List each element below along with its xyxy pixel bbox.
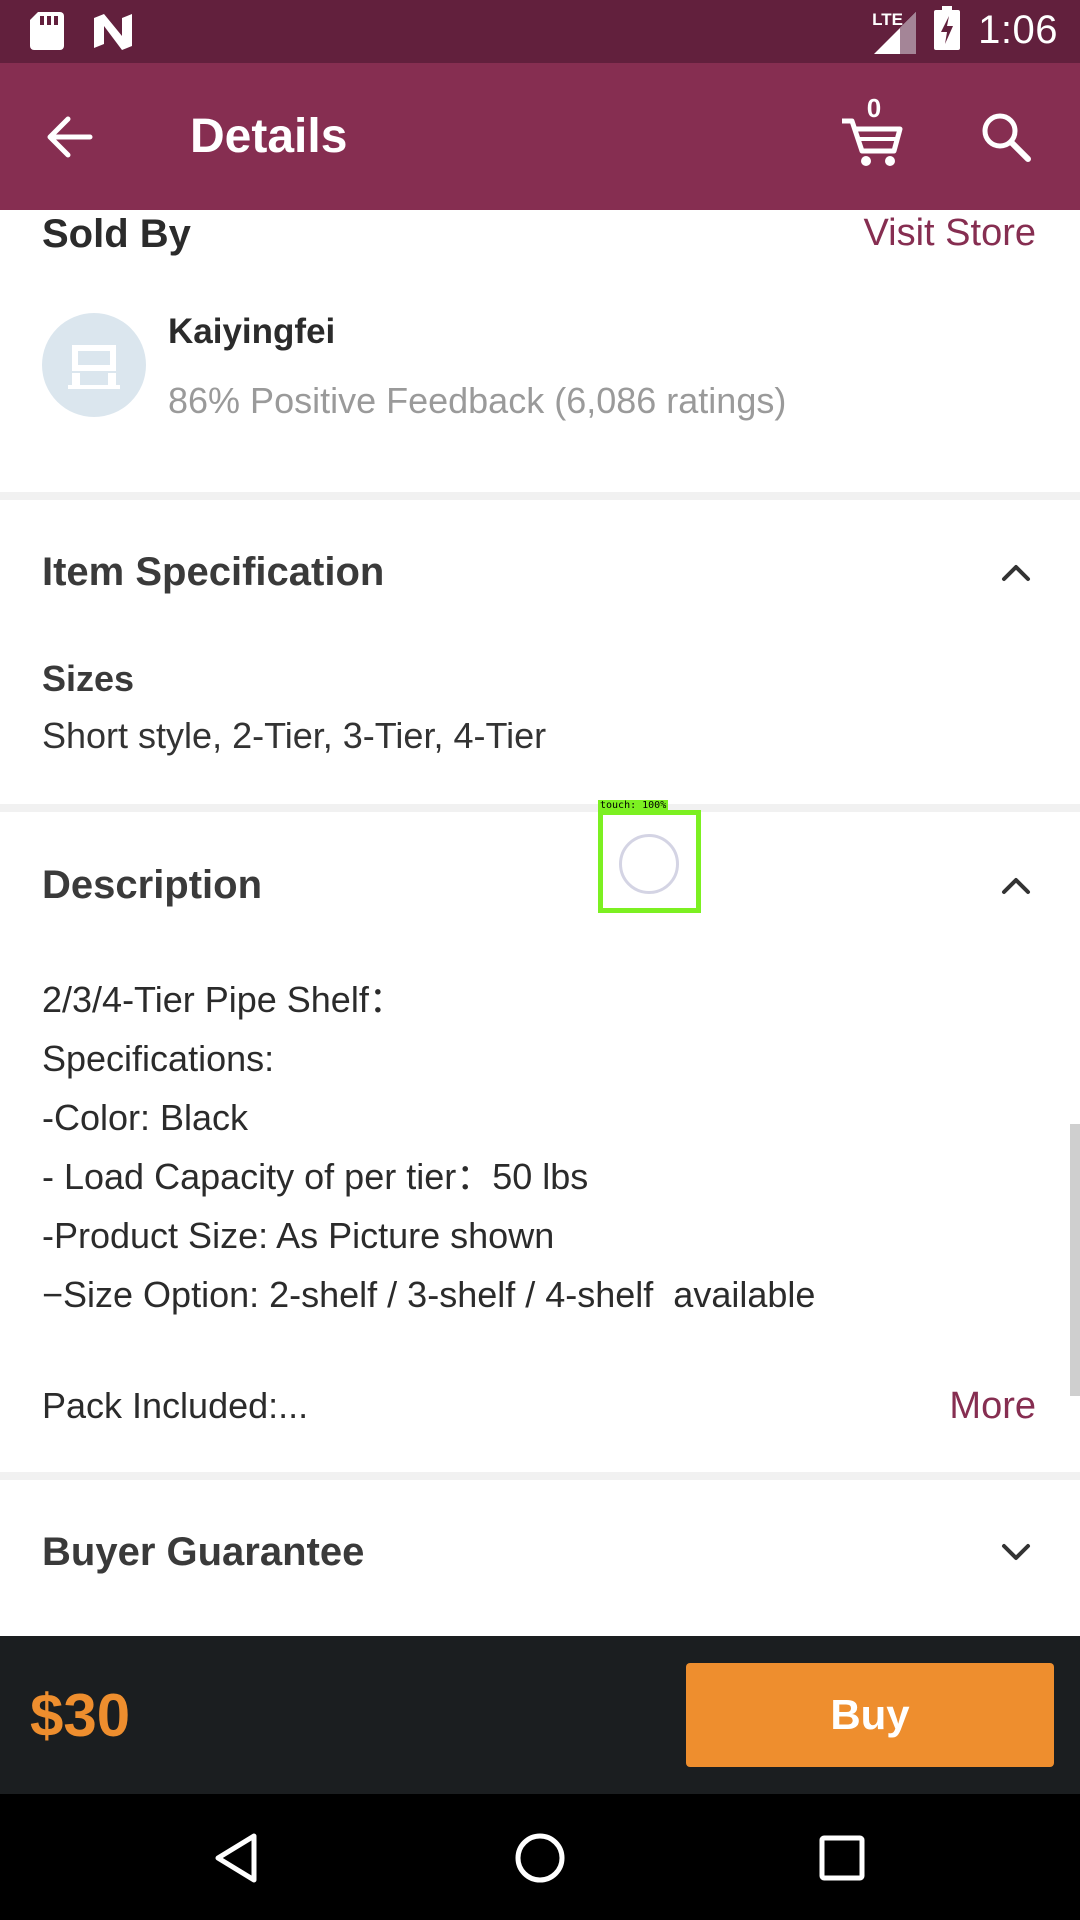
description-line: - Load Capacity of per tier：50 lbs bbox=[42, 1156, 589, 1197]
store-icon bbox=[68, 345, 120, 389]
status-time: 1:06 bbox=[978, 8, 1058, 52]
store-avatar[interactable] bbox=[42, 313, 146, 417]
store-name[interactable]: Kaiyingfei bbox=[168, 312, 335, 352]
store-feedback: 86% Positive Feedback (6,086 ratings) bbox=[168, 380, 787, 421]
search-icon bbox=[982, 113, 1031, 162]
description-title[interactable]: Description bbox=[42, 863, 262, 908]
system-nav-bar bbox=[0, 1794, 1080, 1920]
spec-value-sizes: Short style, 2-Tier, 3-Tier, 4-Tier bbox=[42, 715, 547, 756]
battery-charging-icon bbox=[934, 6, 961, 55]
signal-icon: LTE bbox=[870, 8, 917, 54]
more-link[interactable]: More bbox=[949, 1385, 1036, 1428]
chevron-up-icon[interactable] bbox=[996, 865, 1036, 905]
nav-back-icon[interactable] bbox=[210, 1828, 270, 1888]
spec-label-sizes: Sizes bbox=[42, 658, 135, 699]
buyer-guarantee-title[interactable]: Buyer Guarantee bbox=[42, 1530, 364, 1575]
buy-button[interactable]: Buy bbox=[686, 1663, 1054, 1767]
item-specification-title[interactable]: Item Specification bbox=[42, 550, 384, 595]
back-arrow-icon bbox=[47, 116, 93, 158]
network-type-label: LTE bbox=[872, 9, 903, 29]
visit-store-link[interactable]: Visit Store bbox=[864, 212, 1036, 255]
search-button[interactable] bbox=[976, 107, 1036, 167]
description-line: -Color: Black bbox=[42, 1097, 249, 1138]
description-body: 2/3/4-Tier Pipe Shelf： Specifications: -… bbox=[42, 970, 815, 1324]
description-line: -Product Size: As Picture shown bbox=[42, 1215, 555, 1256]
app-bar: Details 0 bbox=[0, 63, 1080, 210]
description-line: −Size Option: 2-shelf / 3-shelf / 4-shel… bbox=[42, 1274, 816, 1315]
page-title: Details bbox=[190, 110, 348, 163]
section-divider bbox=[0, 492, 1080, 500]
n-notification-icon bbox=[92, 12, 134, 55]
cart-count-badge: 0 bbox=[866, 93, 882, 123]
pack-included-text: Pack Included:... bbox=[42, 1385, 309, 1426]
sold-by-title: Sold By bbox=[42, 212, 191, 256]
section-divider bbox=[0, 1472, 1080, 1480]
description-line: Specifications: bbox=[42, 1038, 275, 1079]
price: $30 bbox=[30, 1682, 131, 1749]
status-bar: LTE 1:06 bbox=[0, 0, 1080, 63]
purchase-bar: $30 Buy bbox=[0, 1636, 1080, 1794]
back-button[interactable] bbox=[40, 107, 100, 167]
nav-recents-icon[interactable] bbox=[812, 1828, 872, 1888]
nav-home-icon[interactable] bbox=[510, 1828, 570, 1888]
sd-card-icon bbox=[30, 12, 64, 55]
cart-button[interactable]: 0 bbox=[838, 93, 908, 169]
section-divider bbox=[0, 804, 1080, 812]
details-content[interactable]: Sold By Visit Store Kaiyingfei 86% Posit… bbox=[0, 210, 1080, 1636]
scrollbar[interactable] bbox=[1070, 1124, 1080, 1396]
description-line: 2/3/4-Tier Pipe Shelf： bbox=[42, 979, 405, 1020]
chevron-down-icon[interactable] bbox=[996, 1532, 1036, 1572]
chevron-up-icon[interactable] bbox=[996, 552, 1036, 592]
touch-point bbox=[619, 834, 679, 894]
